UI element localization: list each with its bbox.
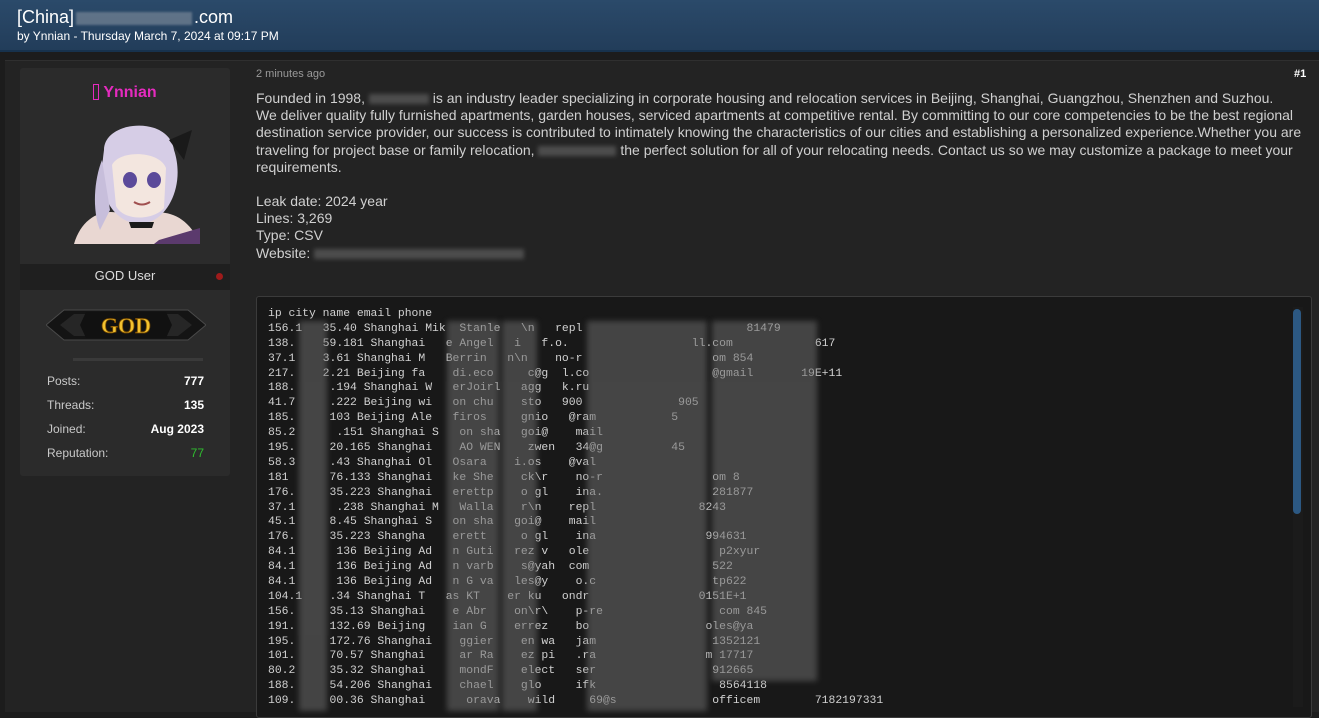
stat-posts: Posts: 777 bbox=[47, 371, 204, 395]
badge-text: GOD bbox=[101, 313, 151, 338]
username[interactable]: Ynnian bbox=[20, 84, 230, 102]
redaction-mosaic bbox=[447, 321, 499, 711]
stat-joined: Joined: Aug 2023 bbox=[47, 419, 204, 443]
user-icon bbox=[93, 84, 100, 100]
text: Founded in 1998, bbox=[256, 90, 365, 106]
stat-value[interactable]: 77 bbox=[191, 446, 204, 460]
code-line: 109. 00.36 Shanghai orava wild 69@s offi… bbox=[268, 695, 884, 708]
badge-divider bbox=[73, 358, 203, 361]
username-text: Ynnian bbox=[103, 84, 157, 101]
stat-label: Joined: bbox=[47, 422, 86, 436]
stat-label: Threads: bbox=[47, 398, 95, 412]
leak-lines: Lines: 3,269 bbox=[256, 210, 333, 227]
avatar-image bbox=[74, 110, 200, 244]
post-time[interactable]: 2 minutes ago bbox=[256, 68, 325, 80]
post-paragraph: We deliver quality fully furnished apart… bbox=[256, 107, 1312, 176]
leak-website: Website: bbox=[256, 245, 1312, 262]
stat-value: 135 bbox=[183, 398, 204, 412]
user-card: Ynnian GOD User GOD Posts: 777 Threads: 13… bbox=[20, 68, 230, 476]
redaction-mosaic bbox=[502, 321, 537, 711]
code-line: ip city name email phone bbox=[268, 308, 433, 320]
post-paragraph: Founded in 1998, is an industry leader s… bbox=[256, 90, 1312, 107]
stat-value: 777 bbox=[183, 374, 204, 388]
stat-value: Aug 2023 bbox=[150, 422, 204, 436]
post-number[interactable]: #1 bbox=[1294, 68, 1306, 80]
thread-meta: by Ynnian - Thursday March 7, 2024 at 09… bbox=[17, 29, 279, 43]
redaction-mosaic bbox=[299, 321, 327, 711]
redacted-domain bbox=[76, 11, 193, 25]
stat-label: Reputation: bbox=[47, 446, 109, 460]
code-block[interactable]: ip city name email phone 156.1 35.40 Shan… bbox=[256, 296, 1312, 718]
user-rank-bar: GOD User bbox=[20, 264, 230, 290]
stat-label: Posts: bbox=[47, 374, 81, 388]
title-suffix: .com bbox=[194, 7, 234, 27]
redacted-text bbox=[368, 94, 429, 105]
title-prefix: [China] bbox=[17, 7, 75, 27]
thread-title[interactable]: [China] .com bbox=[17, 7, 233, 28]
redaction-mosaic bbox=[587, 321, 707, 711]
text: is an industry leader specializing in co… bbox=[432, 90, 1274, 106]
avatar[interactable] bbox=[74, 110, 200, 244]
leak-type: Type: CSV bbox=[256, 227, 323, 244]
god-badge: GOD bbox=[46, 309, 206, 341]
stat-threads: Threads: 135 bbox=[47, 395, 204, 419]
website-label: Website: bbox=[256, 244, 311, 261]
scrollbar-thumb[interactable] bbox=[1293, 309, 1301, 514]
user-rank: GOD User bbox=[94, 268, 156, 283]
redaction-mosaic bbox=[712, 321, 817, 681]
redacted-website bbox=[314, 248, 525, 259]
leak-date: Leak date: 2024 year bbox=[256, 193, 388, 210]
stat-reputation: Reputation: 77 bbox=[47, 443, 204, 467]
redacted-text bbox=[538, 145, 617, 156]
post-body: Founded in 1998, is an industry leader s… bbox=[256, 90, 1312, 262]
thread-header: [China] .com by Ynnian - Thursday March 7… bbox=[0, 0, 1319, 52]
user-stats: Posts: 777 Threads: 135 Joined: Aug 2023 Re… bbox=[47, 371, 204, 467]
online-status-dot bbox=[216, 273, 223, 280]
code-line: 188. 54.206 Shanghai chael glo ifk 85641… bbox=[268, 680, 767, 693]
